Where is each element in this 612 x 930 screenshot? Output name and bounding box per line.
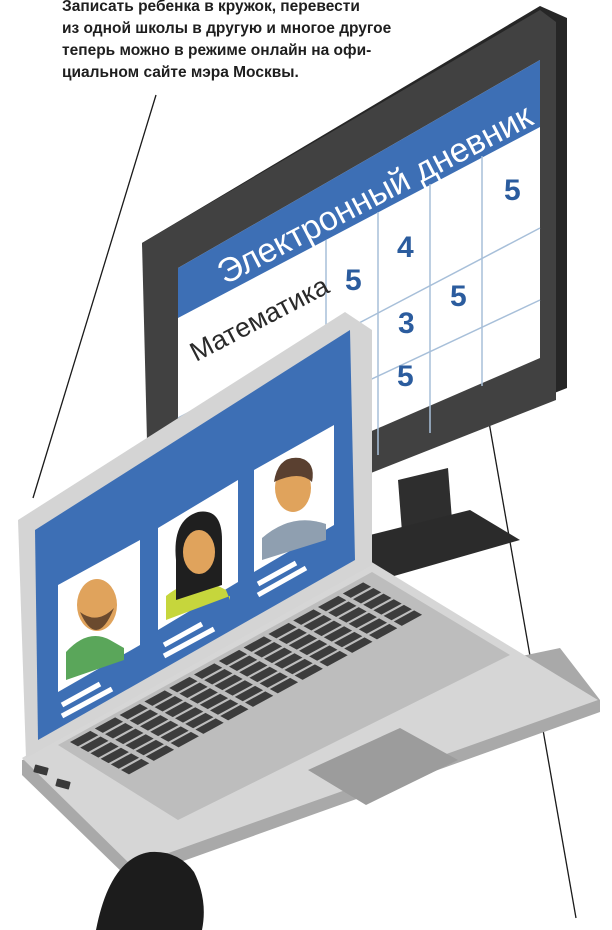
bottom-dark-shape [96, 851, 204, 930]
grade-6: 5 [397, 360, 414, 393]
grade-2: 4 [397, 231, 414, 264]
pointer-line-laptop [32, 94, 157, 499]
woman-face [183, 530, 215, 574]
grade-3: 5 [504, 174, 521, 207]
grade-5: 5 [450, 280, 467, 313]
grade-1: 5 [345, 264, 362, 297]
grade-4: 3 [398, 307, 415, 340]
illustration: Электронный дневник Математика 5 4 5 3 5… [18, 6, 600, 930]
